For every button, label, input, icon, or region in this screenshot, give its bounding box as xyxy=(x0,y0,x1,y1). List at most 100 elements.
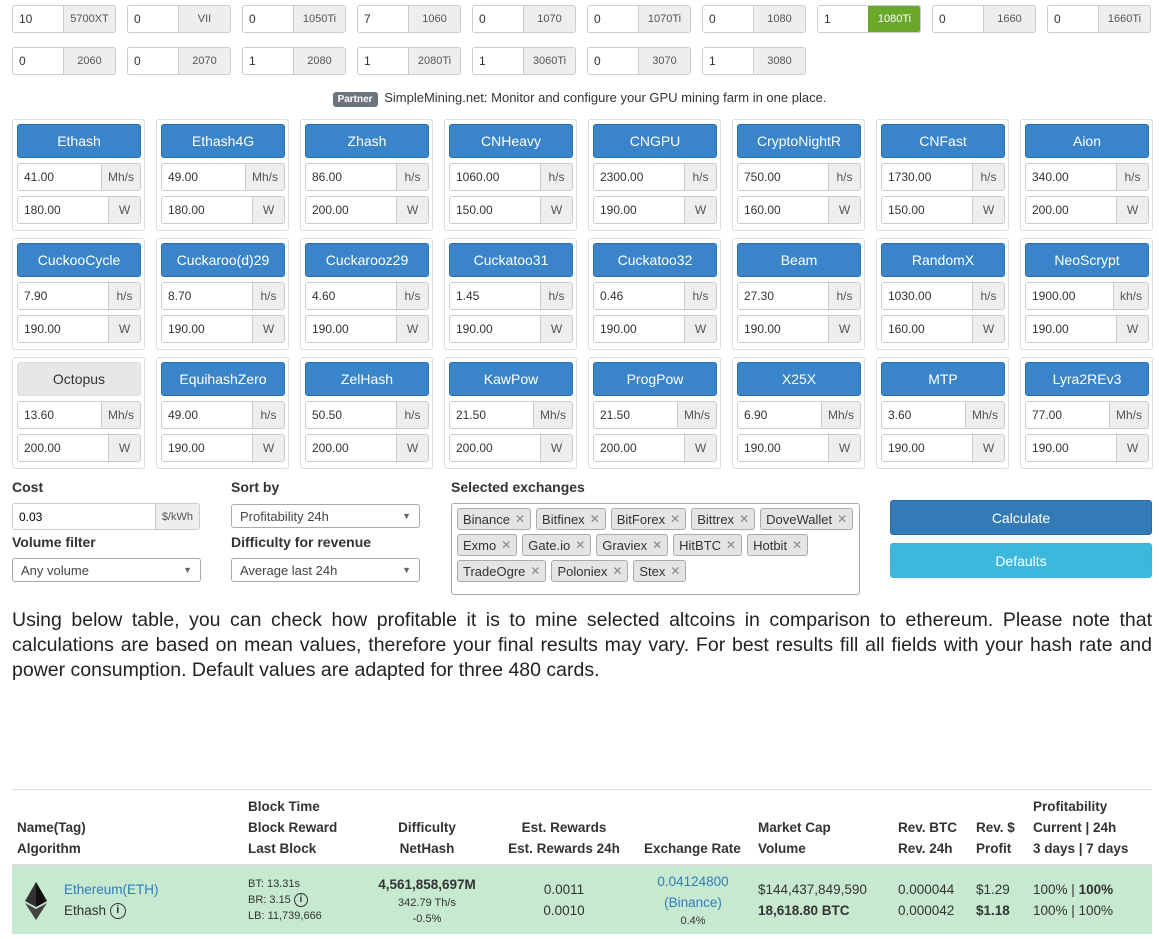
gpu-model-toggle[interactable]: 1080 xyxy=(753,6,805,32)
gpu-model-toggle[interactable]: 1060 xyxy=(408,6,460,32)
remove-tag-icon[interactable]: ✕ xyxy=(670,564,680,578)
power-input[interactable] xyxy=(306,197,396,223)
power-input[interactable] xyxy=(882,316,972,342)
hashrate-input[interactable] xyxy=(450,402,533,428)
th-rev-usd[interactable]: Rev. $ xyxy=(976,817,1015,838)
power-input[interactable] xyxy=(738,197,828,223)
algorithm-toggle-button[interactable]: CuckooCycle xyxy=(17,243,141,277)
power-input[interactable] xyxy=(594,435,684,461)
algorithm-toggle-button[interactable]: Cuckarooz29 xyxy=(305,243,429,277)
gpu-model-toggle[interactable]: 2080 xyxy=(293,48,345,74)
algorithm-toggle-button[interactable]: CryptoNightR xyxy=(737,124,861,158)
remove-tag-icon[interactable]: ✕ xyxy=(652,538,662,552)
hashrate-input[interactable] xyxy=(306,164,396,190)
th-block-reward[interactable]: Block Reward xyxy=(248,817,337,838)
power-input[interactable] xyxy=(882,197,972,223)
hashrate-input[interactable] xyxy=(1026,164,1116,190)
gpu-model-toggle[interactable]: 3080 xyxy=(753,48,805,74)
info-icon[interactable]: i xyxy=(293,893,308,908)
hashrate-input[interactable] xyxy=(450,283,540,309)
hashrate-input[interactable] xyxy=(306,402,396,428)
remove-tag-icon[interactable]: ✕ xyxy=(575,538,585,552)
remove-tag-icon[interactable]: ✕ xyxy=(792,538,802,552)
remove-tag-icon[interactable]: ✕ xyxy=(590,512,600,526)
gpu-count-input[interactable] xyxy=(358,6,408,32)
th-exchange-rate[interactable]: Exchange Rate xyxy=(644,838,741,859)
remove-tag-icon[interactable]: ✕ xyxy=(612,564,622,578)
hashrate-input[interactable] xyxy=(18,402,101,428)
coin-name-link[interactable]: Ethereum(ETH) xyxy=(64,879,159,900)
hashrate-input[interactable] xyxy=(882,402,965,428)
gpu-model-toggle[interactable]: 2060 xyxy=(63,48,115,74)
hashrate-input[interactable] xyxy=(162,283,252,309)
th-volume[interactable]: Volume xyxy=(758,838,831,859)
th-nethash[interactable]: NetHash xyxy=(394,838,460,859)
hashrate-input[interactable] xyxy=(450,164,540,190)
hashrate-input[interactable] xyxy=(594,402,677,428)
algorithm-toggle-button[interactable]: CNHeavy xyxy=(449,124,573,158)
algorithm-toggle-button[interactable]: NeoScrypt xyxy=(1025,243,1149,277)
th-est-rewards-24h[interactable]: Est. Rewards 24h xyxy=(504,838,624,859)
power-input[interactable] xyxy=(594,316,684,342)
gpu-count-input[interactable] xyxy=(13,6,63,32)
info-icon[interactable]: i xyxy=(109,903,126,920)
power-input[interactable] xyxy=(1026,316,1116,342)
gpu-model-toggle[interactable]: 1660 xyxy=(983,6,1035,32)
power-input[interactable] xyxy=(306,435,396,461)
hashrate-input[interactable] xyxy=(18,283,108,309)
gpu-model-toggle[interactable]: 2080Ti xyxy=(408,48,460,74)
gpu-model-toggle[interactable]: 1050Ti xyxy=(293,6,345,32)
cost-input[interactable] xyxy=(13,504,155,529)
th-profitability-3d-7d[interactable]: 3 days | 7 days xyxy=(1033,838,1128,859)
hashrate-input[interactable] xyxy=(738,164,828,190)
power-input[interactable] xyxy=(306,316,396,342)
gpu-count-input[interactable] xyxy=(933,6,983,32)
gpu-model-toggle[interactable]: 1070 xyxy=(523,6,575,32)
algorithm-toggle-button[interactable]: KawPow xyxy=(449,362,573,396)
algorithm-toggle-button[interactable]: EquihashZero xyxy=(161,362,285,396)
hashrate-input[interactable] xyxy=(162,164,245,190)
hashrate-input[interactable] xyxy=(882,164,972,190)
power-input[interactable] xyxy=(1026,197,1116,223)
table-row[interactable]: Ethereum(ETH) Ethash i BT: 13.31s BR: 3.… xyxy=(12,864,1152,934)
algorithm-toggle-button[interactable]: Cuckaroo(d)29 xyxy=(161,243,285,277)
power-input[interactable] xyxy=(18,197,108,223)
gpu-count-input[interactable] xyxy=(13,48,63,74)
gpu-count-input[interactable] xyxy=(473,48,523,74)
algorithm-toggle-button[interactable]: X25X xyxy=(737,362,861,396)
power-input[interactable] xyxy=(450,316,540,342)
hashrate-input[interactable] xyxy=(738,402,821,428)
power-input[interactable] xyxy=(450,197,540,223)
gpu-count-input[interactable] xyxy=(703,6,753,32)
remove-tag-icon[interactable]: ✕ xyxy=(530,564,540,578)
th-est-rewards[interactable]: Est. Rewards xyxy=(504,817,624,838)
gpu-model-toggle[interactable]: 3070 xyxy=(638,48,690,74)
sort-by-select[interactable]: Profitability 24h ▼ xyxy=(231,504,420,528)
hashrate-input[interactable] xyxy=(882,283,972,309)
th-rev-24h[interactable]: Rev. 24h xyxy=(898,838,957,859)
gpu-model-toggle[interactable]: 5700XT xyxy=(63,6,115,32)
th-name[interactable]: Name(Tag) xyxy=(17,817,86,838)
remove-tag-icon[interactable]: ✕ xyxy=(726,538,736,552)
gpu-count-input[interactable] xyxy=(243,48,293,74)
algorithm-toggle-button[interactable]: Zhash xyxy=(305,124,429,158)
power-input[interactable] xyxy=(594,197,684,223)
gpu-count-input[interactable] xyxy=(703,48,753,74)
gpu-model-toggle[interactable]: 1660Ti xyxy=(1098,6,1150,32)
calculate-button[interactable]: Calculate xyxy=(890,500,1152,535)
algorithm-toggle-button[interactable]: CNFast xyxy=(881,124,1005,158)
th-rev-btc[interactable]: Rev. BTC xyxy=(898,817,957,838)
algorithm-toggle-button[interactable]: Beam xyxy=(737,243,861,277)
exchange-rate-link[interactable]: 0.04124800 xyxy=(634,871,752,892)
remove-tag-icon[interactable]: ✕ xyxy=(837,512,847,526)
algorithm-toggle-button[interactable]: Aion xyxy=(1025,124,1149,158)
remove-tag-icon[interactable]: ✕ xyxy=(501,538,511,552)
power-input[interactable] xyxy=(1026,435,1116,461)
gpu-count-input[interactable] xyxy=(243,6,293,32)
gpu-count-input[interactable] xyxy=(1048,6,1098,32)
volume-filter-select[interactable]: Any volume ▼ xyxy=(12,558,201,582)
difficulty-select[interactable]: Average last 24h ▼ xyxy=(231,558,420,582)
power-input[interactable] xyxy=(18,316,108,342)
power-input[interactable] xyxy=(162,197,252,223)
th-market-cap[interactable]: Market Cap xyxy=(758,817,831,838)
